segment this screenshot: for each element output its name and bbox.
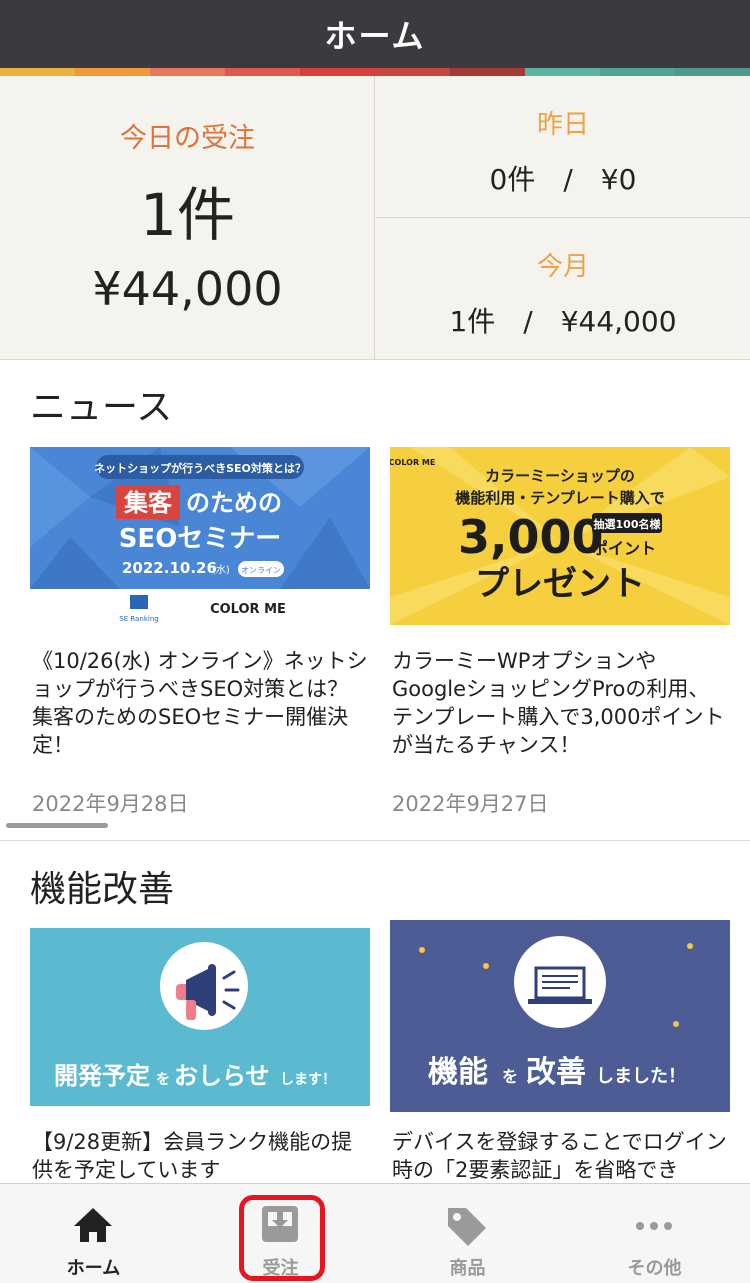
improvement-item-text: デバイスを登録することでログイン時の「2要素認証」を省略でき xyxy=(392,1130,727,1182)
news-banner-seo-seminar: ネットショップが行うべきSEO対策とは？ 集客 のための SEOセミナー 202… xyxy=(30,447,370,625)
stripe-segment xyxy=(225,68,300,76)
stripe-segment xyxy=(75,68,150,76)
news-card-point-present[interactable]: COLOR ME カラーミーショップの 機能利用・テンプレート購入で 3,000… xyxy=(390,447,730,817)
banner-line1-text: カラーミーショップの xyxy=(485,467,635,485)
tab-more[interactable]: その他 xyxy=(561,1184,748,1283)
yesterday-label: 昨日 xyxy=(536,110,589,140)
news-item-date: 2022年9月28日 xyxy=(32,792,189,816)
stripe-segment xyxy=(0,68,75,76)
banner-rest-text: のための xyxy=(186,489,282,517)
banner-bold1-text: 機能 xyxy=(428,1055,488,1090)
page-title: ホーム xyxy=(324,17,426,55)
month-orders-panel[interactable]: 今月 1件 / ¥44,000 xyxy=(376,218,750,360)
banner-bold1-text: 開発予定 xyxy=(54,1062,150,1090)
color-stripe xyxy=(0,68,750,76)
stripe-segment xyxy=(525,68,600,76)
news-item-text: 《10/26(水) オンライン》ネットショップが行うべきSEO対策とは？集客のた… xyxy=(32,649,368,757)
banner-small1-text: を xyxy=(156,1072,170,1088)
today-orders-count: 1件 xyxy=(140,181,235,249)
horizontal-scroll-indicator xyxy=(6,823,108,828)
stripe-segment xyxy=(150,68,225,76)
news-card-seo-seminar[interactable]: ネットショップが行うべきSEO対策とは？ 集客 のための SEOセミナー 202… xyxy=(30,447,370,817)
tab-home-label: ホーム xyxy=(66,1258,121,1279)
tab-products-label: 商品 xyxy=(449,1258,486,1279)
banner-unit-text: ポイント xyxy=(592,539,656,558)
banner-small2-text: しました！ xyxy=(596,1066,686,1087)
banner-badge-text: オンライン xyxy=(241,566,281,575)
banner-small1-text: を xyxy=(502,1067,518,1086)
orders-tab-highlight xyxy=(239,1195,325,1281)
improvements-section-title: 機能改善 xyxy=(30,869,175,910)
news-item-date: 2022年9月27日 xyxy=(392,792,549,816)
banner-bold2-text: おしらせ xyxy=(174,1062,270,1090)
home-icon xyxy=(74,1208,112,1242)
section-divider xyxy=(0,840,750,841)
tab-more-label: その他 xyxy=(627,1258,682,1279)
stripe-segment xyxy=(600,68,675,76)
tab-products[interactable]: 商品 xyxy=(374,1184,561,1283)
banner-small2-text: します！ xyxy=(280,1072,336,1088)
banner-weekday-text: (水) xyxy=(212,564,230,576)
month-value: 1件 / ¥44,000 xyxy=(449,305,677,338)
banner-big-number: 3,000 xyxy=(458,510,604,564)
month-label: 今月 xyxy=(536,252,589,282)
today-orders-amount: ¥44,000 xyxy=(92,262,283,316)
banner-logo2-text: COLOR ME xyxy=(210,602,286,617)
banner-tag-text: 抽選100名様 xyxy=(594,517,662,531)
banner-line2-text: SEOセミナー xyxy=(119,524,282,554)
tag-icon xyxy=(448,1208,486,1246)
stripe-segment xyxy=(300,68,375,76)
improvement-banner-done: 機能 を 改善 しました！ xyxy=(390,920,730,1112)
improvement-banner-upcoming: 開発予定 を おしらせ します！ xyxy=(30,928,370,1106)
order-summary: 今日の受注 1件 ¥44,000 昨日 0件 / ¥0 今月 1件 / ¥44,… xyxy=(0,76,750,360)
banner-logo1-text: SE Ranking xyxy=(119,615,158,623)
tab-home[interactable]: ホーム xyxy=(0,1184,187,1283)
banner-date-text: 2022.10.26 xyxy=(122,559,217,577)
yesterday-value: 0件 / ¥0 xyxy=(489,163,637,196)
banner-bold2-text: 改善 xyxy=(526,1055,586,1090)
today-orders-panel[interactable]: 今日の受注 1件 ¥44,000 xyxy=(0,76,375,360)
banner-colorme-logo: COLOR ME xyxy=(390,458,435,467)
today-orders-label: 今日の受注 xyxy=(120,123,255,154)
news-banner-point-present: COLOR ME カラーミーショップの 機能利用・テンプレート購入で 3,000… xyxy=(390,447,730,625)
improvement-item-text: 【9/28更新】会員ランク機能の提供を予定しています xyxy=(32,1130,353,1182)
news-section-title: ニュース xyxy=(30,387,173,428)
improvement-card-done[interactable]: 機能 を 改善 しました！ デバイスを登録することでログイン時の「2要素認証」を… xyxy=(390,920,730,1183)
stripe-segment xyxy=(450,68,525,76)
yesterday-orders-panel[interactable]: 昨日 0件 / ¥0 xyxy=(376,76,750,218)
stripe-segment xyxy=(675,68,750,76)
more-dots-icon xyxy=(636,1222,672,1230)
improvement-card-upcoming[interactable]: 開発予定 を おしらせ します！ 【9/28更新】会員ランク機能の提供を予定して… xyxy=(30,928,370,1183)
banner-line2-text: 機能利用・テンプレート購入で xyxy=(455,489,665,507)
banner-present-text: プレゼント xyxy=(475,564,645,604)
banner-highlight-text: 集客 xyxy=(123,489,173,517)
news-item-text: カラーミーWPオプションやGoogleショッピングProの利用、テンプレート購入… xyxy=(392,649,725,757)
bottom-tab-bar: ホーム 受注 商品 その他 xyxy=(0,1183,750,1283)
stripe-segment xyxy=(375,68,450,76)
banner-top-text: ネットショップが行うべきSEO対策とは？ xyxy=(94,461,306,475)
app-header: ホーム xyxy=(0,0,750,68)
